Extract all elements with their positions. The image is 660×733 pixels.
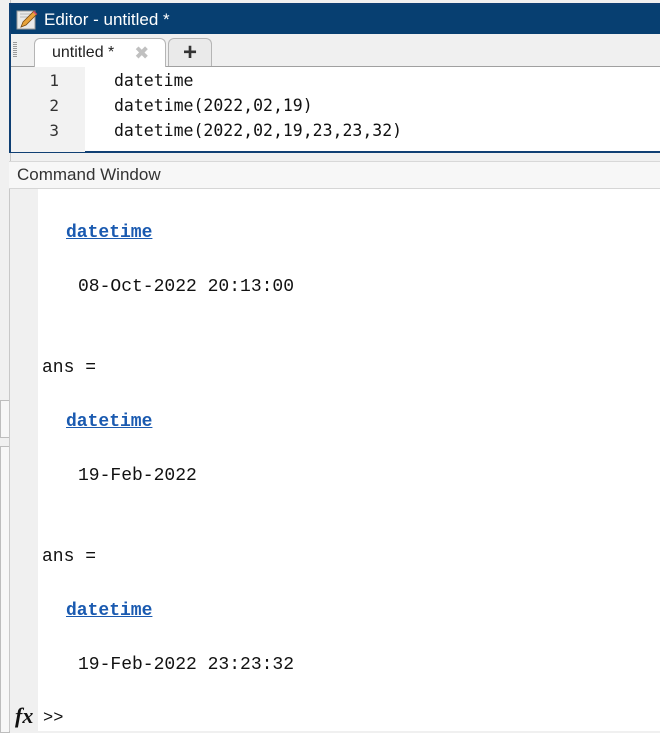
code-area[interactable]: 1 datetime 2 datetime(2022,02,19) 3 date… [11,67,660,152]
tab-untitled[interactable]: untitled * ✖ [34,38,166,67]
ans-label: ans = [42,547,97,567]
code-line[interactable]: 2 datetime(2022,02,19) [11,93,660,117]
datetime-class-link[interactable]: datetime [66,412,152,432]
command-window[interactable]: datetime 08-Oct-2022 20:13:00 ans = date… [9,189,660,731]
ans-label: ans = [42,358,97,378]
datetime-class-link[interactable]: datetime [66,223,152,243]
editor-title-bar[interactable]: Editor - untitled * [11,5,660,34]
code-text: datetime [114,70,194,90]
command-prompt[interactable]: >> [43,709,63,728]
command-window-title: Command Window [17,165,161,184]
close-icon[interactable]: ✖ [134,43,149,64]
function-browser-icon[interactable]: fx [15,703,33,729]
command-gutter [9,189,38,731]
editor-window-title: Editor - untitled * [44,9,170,29]
editor-pencil-icon [16,9,38,29]
output-value: 19-Feb-2022 [78,466,197,486]
code-text: datetime(2022,02,19) [114,95,313,115]
tab-label: untitled * [52,44,115,61]
code-line[interactable]: 3 datetime(2022,02,19,23,23,32) [11,118,660,142]
editor-panel: Editor - untitled * untitled * ✖ + 1 dat… [9,3,660,153]
datetime-class-link[interactable]: datetime [66,601,152,621]
code-text: datetime(2022,02,19,23,23,32) [114,120,403,140]
output-value: 08-Oct-2022 20:13:00 [78,277,295,297]
command-window-header[interactable]: Command Window [9,161,660,189]
add-tab-button[interactable]: + [168,38,212,66]
line-number: 3 [49,120,59,140]
editor-tab-bar: untitled * ✖ + [11,34,660,67]
line-number: 2 [49,95,59,115]
line-number: 1 [49,70,59,90]
code-line[interactable]: 1 datetime [11,68,660,92]
drag-grip-icon[interactable] [13,42,17,58]
output-value: 19-Feb-2022 23:23:32 [78,655,295,675]
